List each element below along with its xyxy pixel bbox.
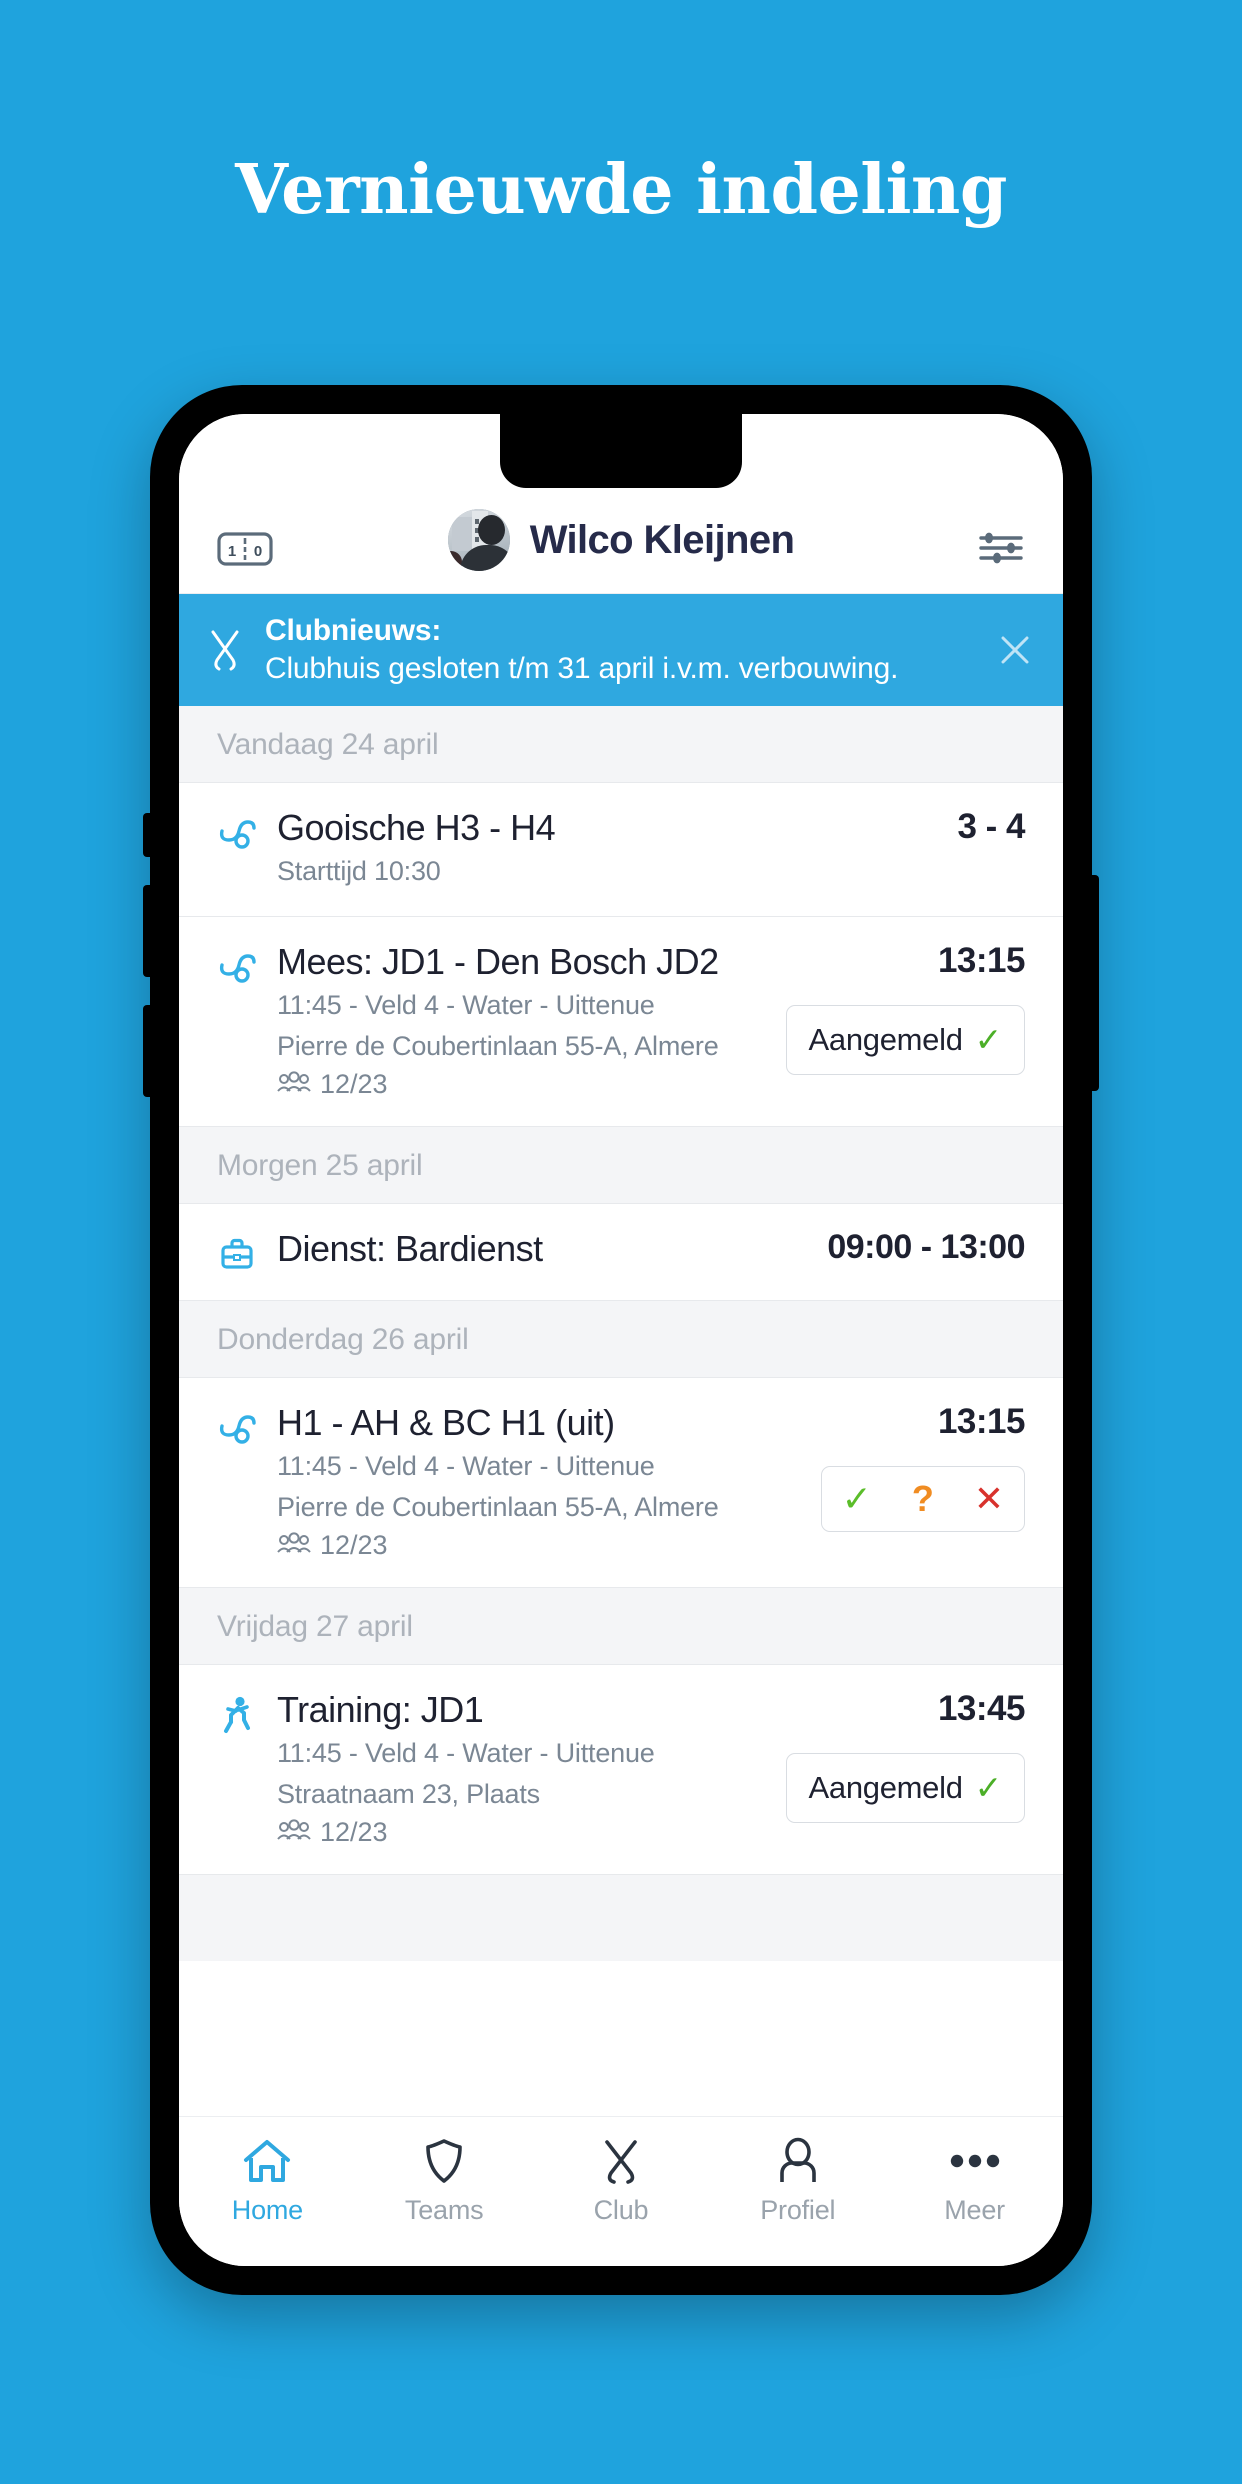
ellipsis-icon (948, 2135, 1002, 2187)
svg-text:1: 1 (228, 543, 236, 560)
check-icon: ✓ (974, 1769, 1003, 1807)
phone-volume-up-button (143, 885, 153, 977)
close-icon[interactable] (993, 633, 1037, 667)
tab-home[interactable]: Home (179, 2135, 356, 2226)
tab-label: Club (593, 2195, 649, 2225)
attendance-count: 12/23 (277, 1530, 807, 1561)
event-time: 13:45 (937, 1688, 1026, 1728)
person-icon (775, 2135, 821, 2187)
event-title: Gooische H3 - H4 (277, 806, 556, 848)
attendance-count: 12/23 (277, 1069, 772, 1100)
event-subtitle: 11:45 - Veld 4 - Water - Uittenue (277, 990, 655, 1021)
event-location: Pierre de Coubertinlaan 55-A, Almere (277, 1491, 719, 1522)
list-item[interactable]: Gooische H3 - H4 Starttijd 10:30 3 - 4 (179, 782, 1063, 917)
rsvp-no-button[interactable]: ✕ (954, 1467, 1024, 1531)
running-person-icon (211, 1689, 263, 1848)
day-header: Vrijdag 27 april (179, 1587, 1063, 1665)
attend-status-label: Aangemeld (808, 1021, 963, 1057)
check-icon: ✓ (974, 1021, 1003, 1059)
event-subtitle: 11:45 - Veld 4 - Water - Uittenue (277, 1738, 655, 1769)
sliders-icon[interactable] (977, 530, 1025, 571)
tab-label: Profiel (760, 2195, 836, 2225)
tab-profiel[interactable]: Profiel (709, 2135, 886, 2226)
tab-label: Teams (404, 2195, 484, 2225)
day-header: Morgen 25 april (179, 1126, 1063, 1204)
event-time: 13:15 (937, 1401, 1026, 1441)
people-group-icon (277, 1069, 311, 1100)
phone-silent-switch (143, 813, 153, 857)
agenda-feed: Vandaag 24 april Gooische H3 - H4 Startt… (179, 705, 1063, 1961)
day-header: Vandaag 24 april (179, 705, 1063, 783)
phone-notch (500, 414, 742, 488)
hockey-stick-ball-icon (211, 807, 263, 890)
tab-label: Home (231, 2195, 304, 2225)
attend-status-button[interactable]: Aangemeld ✓ (785, 1752, 1025, 1823)
phone-volume-down-button (143, 1005, 153, 1097)
phone-screen: 1 0 Wilco Kleijnen Clubnieuws: Clubhuis … (179, 414, 1063, 2266)
attendance-count: 12/23 (277, 1817, 772, 1848)
list-item[interactable]: Dienst: Bardienst 09:00 - 13:00 (179, 1203, 1063, 1301)
attendance-value: 12/23 (320, 1529, 388, 1560)
event-subtitle: Starttijd 10:30 (277, 856, 441, 887)
hockey-stick-ball-icon (211, 941, 263, 1100)
avatar[interactable] (447, 509, 510, 571)
event-title: H1 - AH & BC H1 (uit) (277, 1401, 615, 1443)
tab-meer[interactable]: Meer (886, 2135, 1063, 2226)
feed-bottom-spacer (179, 1874, 1063, 1961)
people-group-icon (277, 1530, 311, 1561)
scoreboard-icon[interactable]: 1 0 (217, 532, 273, 571)
tab-club[interactable]: Club (533, 2135, 710, 2226)
club-news-banner[interactable]: Clubnieuws: Clubhuis gesloten t/m 31 apr… (179, 594, 1063, 706)
rsvp-button-group[interactable]: ✓ ? ✕ (820, 1465, 1025, 1532)
rsvp-maybe-button[interactable]: ? (892, 1467, 954, 1531)
home-icon (242, 2135, 292, 2187)
user-name: Wilco Kleijnen (529, 517, 795, 562)
shield-icon (421, 2135, 467, 2187)
event-location: Pierre de Coubertinlaan 55-A, Almere (277, 1030, 719, 1061)
tab-teams[interactable]: Teams (356, 2135, 533, 2226)
event-location: Straatnaam 23, Plaats (277, 1778, 540, 1809)
event-score: 3 - 4 (957, 806, 1025, 846)
banner-body: Clubhuis gesloten t/m 31 april i.v.m. ve… (265, 651, 899, 685)
event-title: Dienst: Bardienst (277, 1227, 543, 1269)
page-title: Vernieuwde indeling (235, 150, 1007, 230)
event-time: 13:15 (937, 940, 1026, 980)
attendance-value: 12/23 (320, 1816, 388, 1847)
attend-status-button[interactable]: Aangemeld ✓ (785, 1004, 1025, 1075)
list-item[interactable]: Training: JD1 11:45 - Veld 4 - Water - U… (179, 1664, 1063, 1875)
list-item[interactable]: H1 - AH & BC H1 (uit) 11:45 - Veld 4 - W… (179, 1377, 1063, 1588)
event-subtitle: 11:45 - Veld 4 - Water - Uittenue (277, 1451, 655, 1482)
phone-power-button (1089, 875, 1099, 1091)
bottom-tab-bar: Home Teams Club Profiel Meer (179, 2116, 1063, 2266)
svg-text:0: 0 (254, 543, 262, 560)
tab-label: Meer (944, 2195, 1005, 2225)
people-group-icon (277, 1817, 311, 1848)
crossed-hockey-sticks-icon (201, 626, 249, 674)
rsvp-yes-button[interactable]: ✓ (822, 1467, 892, 1531)
crossed-hockey-sticks-icon (595, 2135, 647, 2187)
event-time: 09:00 - 13:00 (827, 1227, 1025, 1266)
event-title: Training: JD1 (277, 1688, 484, 1730)
attend-status-label: Aangemeld (808, 1769, 963, 1805)
phone-mockup: 1 0 Wilco Kleijnen Clubnieuws: Clubhuis … (143, 385, 1099, 2295)
day-header: Donderdag 26 april (179, 1300, 1063, 1378)
briefcase-icon (211, 1228, 263, 1274)
banner-title: Clubnieuws: (265, 614, 442, 647)
event-title: Mees: JD1 - Den Bosch JD2 (277, 940, 719, 982)
attendance-value: 12/23 (320, 1068, 388, 1099)
hockey-stick-ball-icon (211, 1402, 263, 1561)
list-item[interactable]: Mees: JD1 - Den Bosch JD2 11:45 - Veld 4… (179, 916, 1063, 1127)
